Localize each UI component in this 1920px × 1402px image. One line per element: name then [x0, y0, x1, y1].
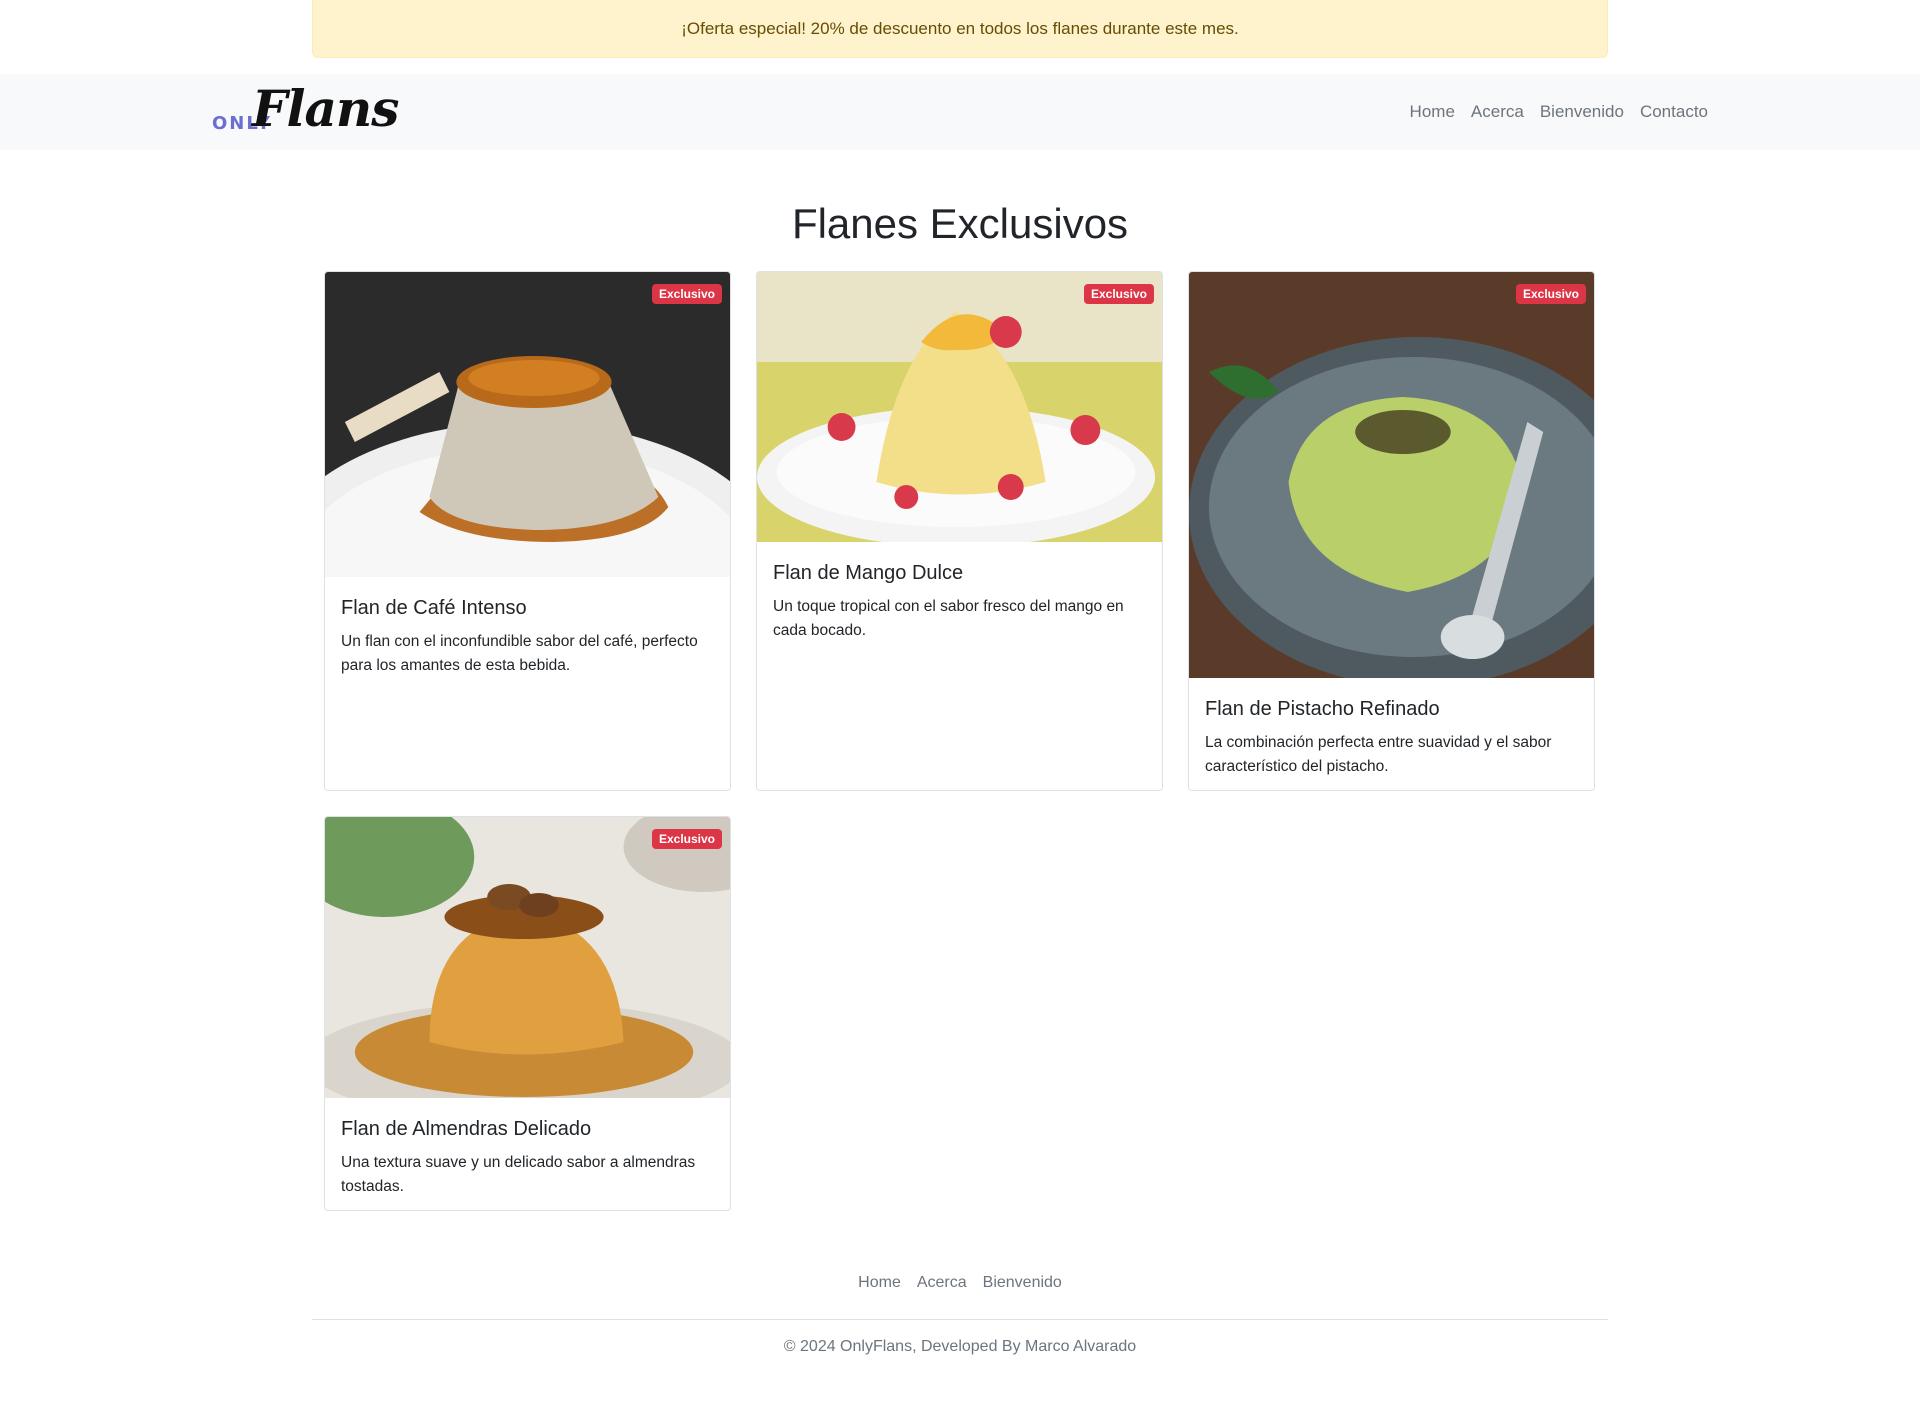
- card-flan-pistacho[interactable]: Exclusivo Flan de Pistacho Refinado La c…: [1188, 271, 1595, 791]
- card-text: Un toque tropical con el sabor fresco de…: [773, 598, 1124, 639]
- card-text: La combinación perfecta entre suavidad y…: [1205, 734, 1552, 775]
- footer-links: Home Acerca Bienvenido: [312, 1263, 1608, 1303]
- nav-link-bienvenido[interactable]: Bienvenido: [1540, 102, 1624, 122]
- promo-banner-wrap: ¡Oferta especial! 20% de descuento en to…: [312, 0, 1608, 58]
- footer: Home Acerca Bienvenido © 2024 OnlyFlans,…: [312, 1263, 1608, 1356]
- card-flan-almendras[interactable]: Exclusivo Flan de Almendras Delicado Una…: [324, 816, 731, 1211]
- card-title: Flan de Pistacho Refinado: [1205, 698, 1440, 720]
- exclusive-badge: Exclusivo: [651, 829, 722, 849]
- card-title: Flan de Almendras Delicado: [341, 1118, 592, 1140]
- exclusive-badge: Exclusivo: [651, 284, 722, 304]
- copyright-text: © 2024 OnlyFlans, Developed By Marco Alv…: [783, 1338, 1137, 1355]
- footer-link-home[interactable]: Home: [858, 1274, 901, 1292]
- nav-link-contacto[interactable]: Contacto: [1640, 102, 1708, 122]
- navbar: ONLY Flans Home Acerca Bienvenido Contac…: [0, 74, 1920, 150]
- footer-link-bienvenido[interactable]: Bienvenido: [983, 1274, 1062, 1292]
- card-image-mango: Exclusivo: [757, 272, 1162, 542]
- card-title: Flan de Café Intenso: [341, 597, 527, 619]
- promo-text: ¡Oferta especial! 20% de descuento en to…: [681, 18, 1239, 38]
- card-image-pistacho: Exclusivo: [1189, 272, 1594, 678]
- card-flan-mango[interactable]: Exclusivo Flan de Mango Dulce Un toque t…: [756, 271, 1163, 791]
- footer-link-acerca[interactable]: Acerca: [917, 1274, 967, 1292]
- nav-link-acerca[interactable]: Acerca: [1471, 102, 1524, 122]
- exclusive-badge: Exclusivo: [1083, 284, 1154, 304]
- card-text: Un flan con el inconfundible sabor del c…: [341, 633, 698, 674]
- promo-banner: ¡Oferta especial! 20% de descuento en to…: [312, 0, 1608, 58]
- card-flan-cafe[interactable]: Exclusivo Flan de Café Intenso Un flan c…: [324, 271, 731, 791]
- page-title: Flanes Exclusivos: [791, 200, 1129, 247]
- nav-links: Home Acerca Bienvenido Contacto: [1410, 102, 1708, 122]
- card-text: Una textura suave y un delicado sabor a …: [341, 1154, 696, 1195]
- nav-link-home[interactable]: Home: [1410, 102, 1455, 122]
- brand-name: Flans: [252, 79, 399, 138]
- card-title: Flan de Mango Dulce: [773, 562, 964, 584]
- card-image-cafe: Exclusivo: [325, 272, 730, 577]
- card-grid: Exclusivo Flan de Café Intenso Un flan c…: [312, 271, 1608, 1211]
- card-image-almendras: Exclusivo: [325, 817, 730, 1098]
- footer-divider: [312, 1319, 1608, 1320]
- exclusive-badge: Exclusivo: [1515, 284, 1586, 304]
- brand-logo[interactable]: ONLY Flans: [212, 79, 412, 142]
